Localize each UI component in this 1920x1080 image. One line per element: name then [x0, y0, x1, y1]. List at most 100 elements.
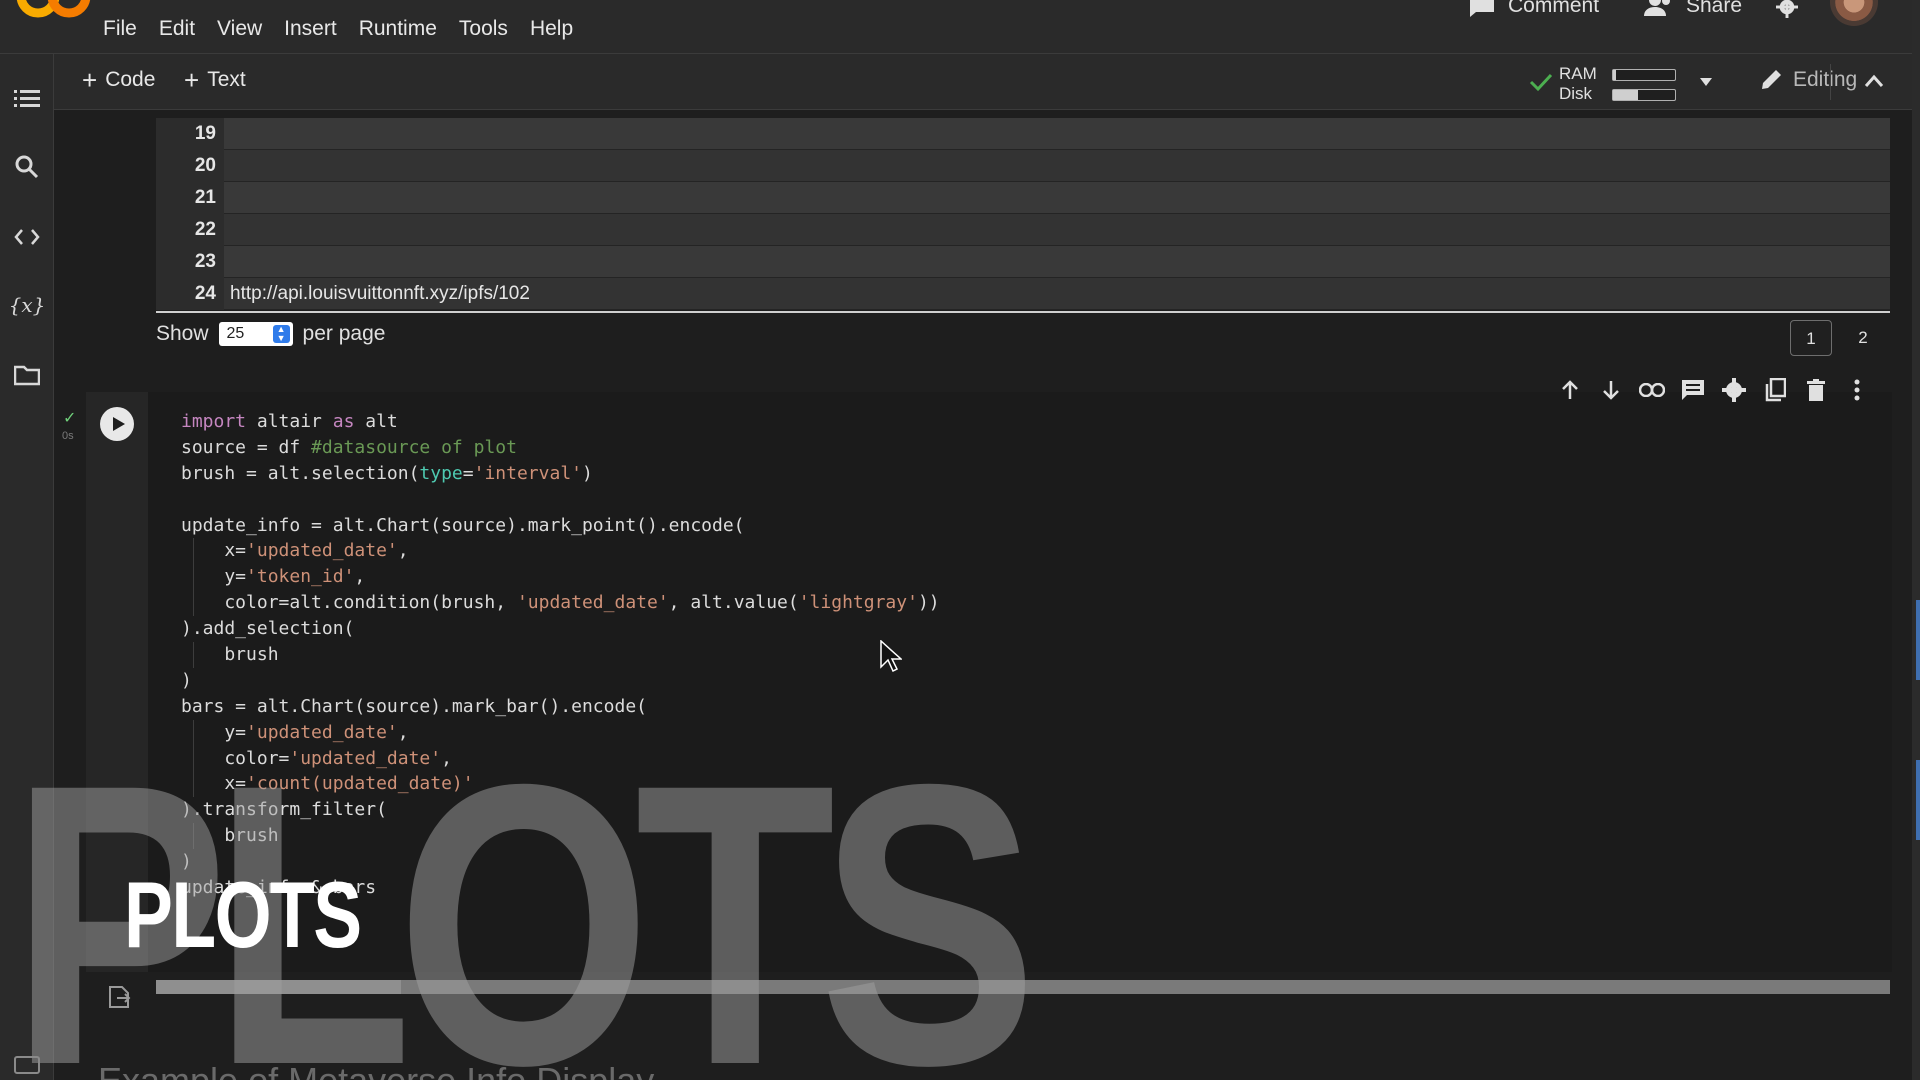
menu-help[interactable]: Help — [530, 17, 573, 41]
add-code-label: Code — [105, 68, 156, 91]
indent-guide — [193, 590, 194, 617]
code-token: , — [354, 566, 366, 588]
code-token: 'token_id' — [246, 566, 355, 588]
table-row: 24 http://api.louisvuittonnft.xyz/ipfs/10… — [156, 278, 1890, 310]
code-line: x='updated_date', — [181, 538, 940, 565]
code-token: )) — [917, 592, 940, 614]
settings-gear-icon[interactable] — [1772, 0, 1802, 18]
menu-runtime[interactable]: Runtime — [359, 17, 437, 41]
variables-icon[interactable]: {x} — [9, 292, 46, 318]
share-button[interactable]: Share — [1644, 0, 1742, 18]
row-index: 24 — [156, 278, 224, 310]
row-index: 22 — [156, 214, 224, 246]
cell-settings-gear-icon[interactable] — [1720, 376, 1748, 404]
code-line: import altair as alt — [181, 409, 940, 435]
chevron-up-icon[interactable] — [1864, 74, 1884, 88]
page-button-1[interactable]: 1 — [1790, 320, 1832, 356]
move-up-icon[interactable] — [1556, 376, 1584, 404]
ram-label: RAM — [1559, 64, 1597, 83]
editing-label: Editing — [1793, 68, 1858, 91]
comment-cell-icon[interactable] — [1679, 376, 1707, 404]
overlay-title: PLOTS — [124, 862, 362, 967]
editing-mode-button[interactable]: Editing — [1759, 68, 1857, 92]
per-page-label: per page — [302, 322, 386, 345]
code-line: y='token_id', — [181, 564, 940, 591]
code-line: source = df #datasource of plot — [181, 435, 940, 461]
menu-items: File Edit View Insert Runtime Tools Help — [103, 17, 595, 41]
row-index: 19 — [156, 118, 224, 150]
execution-success-icon: ✓ — [63, 410, 77, 427]
per-page-select[interactable]: 25 ▲ ▼ — [218, 322, 293, 346]
row-index: 23 — [156, 246, 224, 278]
menu-edit[interactable]: Edit — [159, 17, 195, 41]
code-token: 'updated_date' — [246, 540, 398, 562]
code-token: as — [332, 411, 355, 432]
folder-icon[interactable] — [14, 362, 40, 388]
resource-indicator[interactable]: RAM Disk — [1529, 62, 1724, 103]
mouse-cursor-icon — [880, 640, 902, 672]
execution-time: 0s — [62, 430, 74, 442]
code-token: import — [181, 411, 247, 432]
disk-usage-bar — [1612, 89, 1676, 101]
colab-logo[interactable] — [14, 0, 94, 22]
code-snippets-icon[interactable] — [14, 224, 40, 250]
chevron-down-icon[interactable] — [1699, 77, 1713, 87]
table-row: 22 — [156, 214, 1890, 246]
indent-guide — [193, 642, 194, 668]
code-token: , — [397, 540, 409, 562]
comment-icon — [1470, 0, 1494, 17]
code-token: y= — [181, 566, 247, 588]
disk-usage-fill — [1613, 90, 1638, 100]
code-line: ) — [181, 668, 940, 694]
run-cell-button[interactable] — [100, 407, 134, 441]
code-token: brush = alt.selection( — [181, 462, 420, 484]
code-line: update_info = alt.Chart(source).mark_poi… — [181, 513, 940, 539]
per-page-value: 25 — [226, 325, 245, 342]
ram-usage-bar — [1612, 69, 1676, 81]
code-line: color=alt.condition(brush, 'updated_date… — [181, 590, 940, 617]
menu-file[interactable]: File — [103, 17, 137, 41]
table-row: 19 — [156, 118, 1890, 150]
search-icon[interactable] — [14, 154, 40, 180]
menu-tools[interactable]: Tools — [459, 17, 508, 41]
mirror-cell-icon[interactable] — [1761, 376, 1789, 404]
cell-toolbar — [1556, 376, 1871, 404]
code-token: 'updated_date' — [516, 592, 669, 614]
menu-insert[interactable]: Insert — [284, 17, 337, 41]
dataframe-table: 19 20 21 22 23 24 http://api.louisvuittonnft.x… — [156, 118, 1890, 310]
menu-view[interactable]: View — [217, 17, 262, 41]
scroll-marker — [1916, 600, 1920, 680]
comment-button[interactable]: Comment — [1468, 0, 1599, 18]
add-text-button[interactable]: + Text — [184, 67, 246, 93]
move-down-icon[interactable] — [1597, 376, 1625, 404]
share-people-icon — [1644, 0, 1670, 16]
table-of-contents-icon[interactable] — [14, 86, 40, 112]
terminal-icon[interactable] — [14, 1056, 40, 1074]
code-token: ).add_selection( — [181, 618, 355, 640]
code-token: type — [419, 462, 463, 484]
row-index: 21 — [156, 182, 224, 214]
add-code-button[interactable]: + Code — [82, 67, 156, 93]
code-token: x= — [181, 540, 247, 562]
code-line: brush = alt.selection(type='interval') — [181, 461, 940, 487]
pencil-icon — [1762, 70, 1781, 89]
comment-label: Comment — [1508, 0, 1600, 17]
disk-label: Disk — [1559, 84, 1593, 103]
delete-trash-icon[interactable] — [1802, 376, 1830, 404]
code-token: brush — [181, 644, 279, 666]
link-icon[interactable] — [1638, 376, 1666, 404]
code-token: , alt.value( — [668, 592, 799, 614]
rows-per-page-control: Show 25 ▲ ▼ per page — [156, 322, 385, 346]
code-token: update_info = alt.Chart(source).mark_poi… — [181, 514, 745, 536]
right-scrollbar[interactable] — [1912, 0, 1920, 1080]
ram-usage-fill — [1613, 70, 1617, 80]
select-spinner-icon: ▲ ▼ — [272, 325, 290, 343]
user-avatar[interactable] — [1830, 0, 1878, 26]
page-button-2[interactable]: 2 — [1842, 320, 1884, 356]
code-token: 'lightgray' — [798, 592, 918, 614]
code-token: = — [462, 462, 474, 484]
code-token: color=alt.condition(brush, — [181, 592, 517, 614]
more-vert-icon[interactable] — [1843, 376, 1871, 404]
table-row: 23 — [156, 246, 1890, 278]
